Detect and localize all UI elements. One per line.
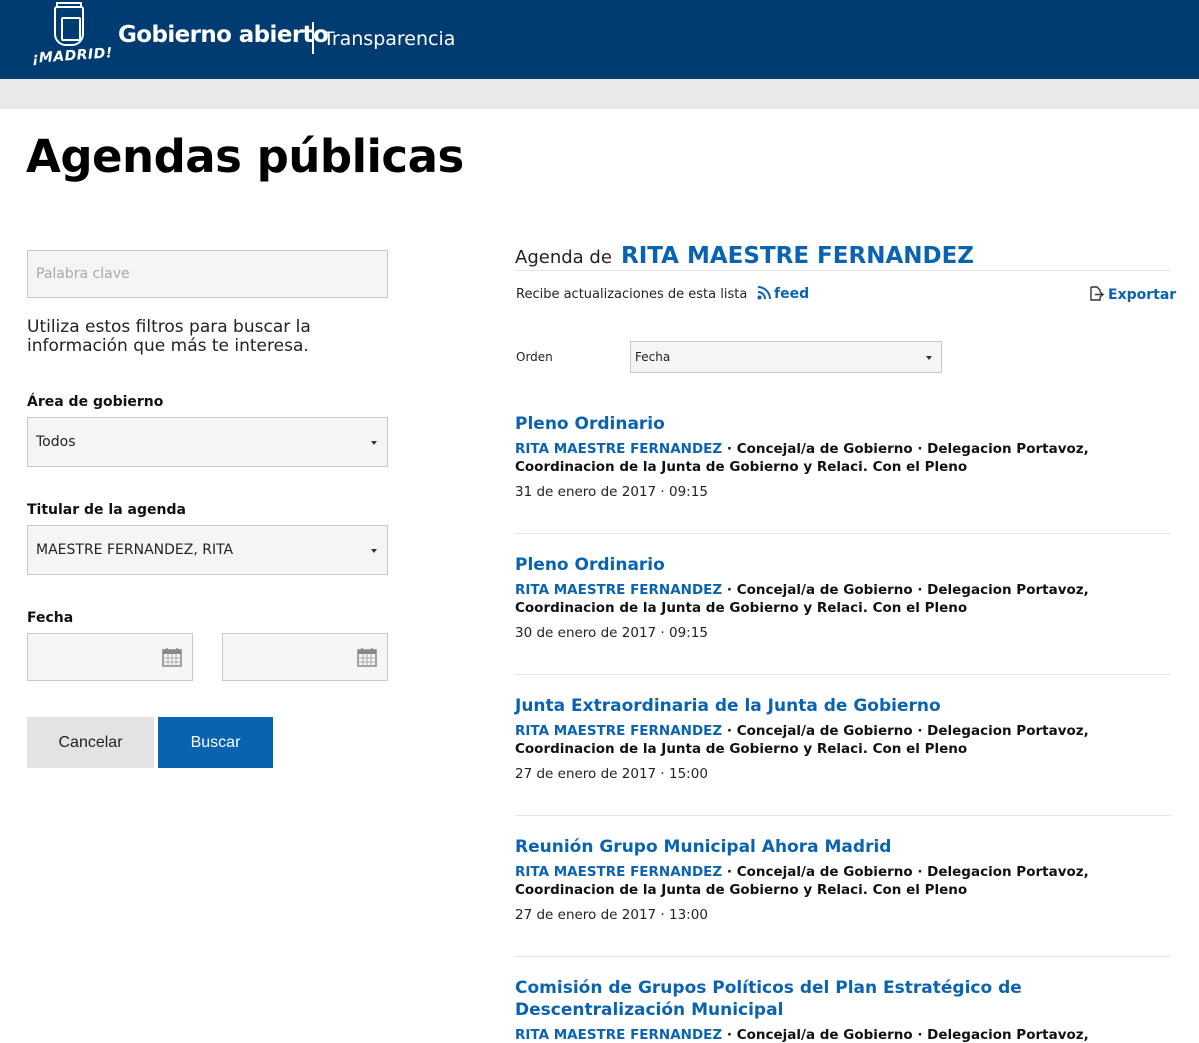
event-item: Comisión de Grupos Políticos del Plan Es…	[515, 977, 1171, 1043]
event-date: 30 de enero de 2017 · 09:15	[515, 625, 708, 641]
order-select[interactable]: Fecha	[630, 341, 942, 373]
event-title-link[interactable]: Reunión Grupo Municipal Ahora Madrid	[515, 836, 1171, 858]
agenda-heading: Agenda de RITA MAESTRE FERNANDEZ	[515, 243, 974, 269]
date-to-input[interactable]	[222, 633, 388, 681]
event-person-link[interactable]: RITA MAESTRE FERNANDEZ	[515, 441, 722, 457]
search-button[interactable]: Buscar	[158, 717, 273, 768]
event-person-link[interactable]: RITA MAESTRE FERNANDEZ	[515, 582, 722, 598]
cancel-button[interactable]: Cancelar	[27, 717, 154, 768]
calendar-icon[interactable]	[357, 647, 377, 667]
agenda-person-link[interactable]: RITA MAESTRE FERNANDEZ	[621, 243, 974, 269]
area-label: Área de gobierno	[27, 394, 164, 410]
caret-down-icon	[371, 441, 377, 445]
order-label: Orden	[516, 350, 553, 364]
event-date: 27 de enero de 2017 · 13:00	[515, 907, 708, 923]
keyword-input[interactable]	[27, 250, 388, 298]
event-title-link[interactable]: Junta Extraordinaria de la Junta de Gobi…	[515, 695, 1171, 717]
date-label: Fecha	[27, 610, 74, 626]
calendar-icon[interactable]	[162, 647, 182, 667]
area-select-value: Todos	[36, 434, 76, 450]
feed-label: feed	[774, 286, 810, 302]
divider	[515, 815, 1171, 816]
caret-down-icon	[371, 549, 377, 553]
area-select[interactable]: Todos	[27, 417, 388, 467]
export-link[interactable]: Exportar	[1089, 286, 1176, 303]
event-item: Pleno Ordinario RITA MAESTRE FERNANDEZ ·…	[515, 413, 1171, 501]
export-icon	[1090, 286, 1104, 301]
madrid-logo[interactable]: ¡MADRID!	[30, 2, 113, 72]
brand-divider	[312, 22, 314, 54]
subheader-bar	[0, 79, 1199, 109]
event-date: 27 de enero de 2017 · 15:00	[515, 766, 708, 782]
event-person-link[interactable]: RITA MAESTRE FERNANDEZ	[515, 723, 722, 739]
event-title-link[interactable]: Comisión de Grupos Políticos del Plan Es…	[515, 977, 1171, 1021]
export-label: Exportar	[1108, 287, 1177, 303]
event-date: 31 de enero de 2017 · 09:15	[515, 484, 708, 500]
event-meta: RITA MAESTRE FERNANDEZ · Concejal/a de G…	[515, 1026, 1171, 1043]
divider	[515, 533, 1171, 534]
event-title-link[interactable]: Pleno Ordinario	[515, 554, 1171, 576]
event-meta: RITA MAESTRE FERNANDEZ · Concejal/a de G…	[515, 440, 1171, 476]
event-item: Pleno Ordinario RITA MAESTRE FERNANDEZ ·…	[515, 554, 1171, 642]
caret-down-icon	[926, 356, 932, 360]
divider	[515, 674, 1171, 675]
holder-label: Titular de la agenda	[27, 502, 186, 518]
divider	[515, 270, 1171, 271]
coat-of-arms-icon	[54, 6, 84, 46]
event-person-link[interactable]: RITA MAESTRE FERNANDEZ	[515, 864, 722, 880]
brand-title[interactable]: Gobierno abierto	[118, 22, 329, 48]
rss-icon	[757, 286, 771, 300]
logo-text: ¡MADRID!	[31, 45, 114, 67]
event-meta: RITA MAESTRE FERNANDEZ · Concejal/a de G…	[515, 863, 1171, 899]
holder-select[interactable]: MAESTRE FERNANDEZ, RITA	[27, 525, 388, 575]
divider	[515, 956, 1171, 957]
filters-help-text: Utiliza estos filtros para buscar la inf…	[27, 317, 311, 356]
date-from-input[interactable]	[27, 633, 193, 681]
agenda-heading-prefix: Agenda de	[515, 247, 612, 268]
feed-link[interactable]: feed	[757, 286, 809, 302]
top-header: ¡MADRID! Gobierno abierto Transparencia	[0, 0, 1199, 79]
event-item: Junta Extraordinaria de la Junta de Gobi…	[515, 695, 1171, 783]
event-meta: RITA MAESTRE FERNANDEZ · Concejal/a de G…	[515, 581, 1171, 617]
page-title: Agendas públicas	[26, 130, 464, 183]
event-person-link[interactable]: RITA MAESTRE FERNANDEZ	[515, 1027, 722, 1043]
holder-select-value: MAESTRE FERNANDEZ, RITA	[36, 542, 234, 558]
event-meta: RITA MAESTRE FERNANDEZ · Concejal/a de G…	[515, 722, 1171, 758]
section-title[interactable]: Transparencia	[323, 28, 455, 50]
event-item: Reunión Grupo Municipal Ahora Madrid RIT…	[515, 836, 1171, 924]
subscribe-text: Recibe actualizaciones de esta lista	[516, 287, 748, 302]
event-title-link[interactable]: Pleno Ordinario	[515, 413, 1171, 435]
order-select-value: Fecha	[635, 350, 671, 364]
